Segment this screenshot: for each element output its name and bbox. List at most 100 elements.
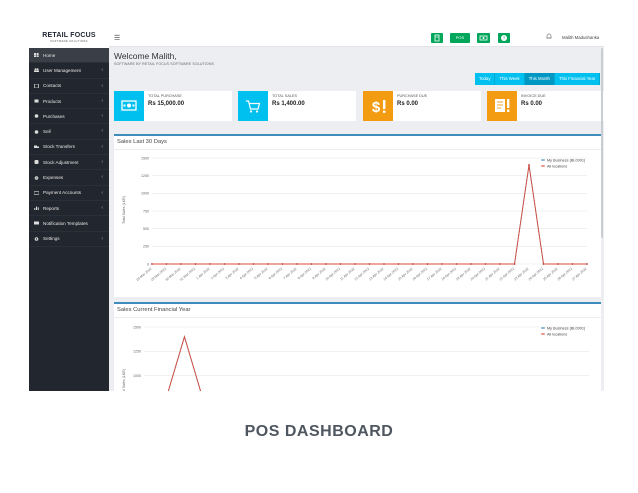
sidebar-item-label: Purchases [43,113,65,119]
bell-icon[interactable] [546,33,552,42]
chevron-left-icon: ‹ [101,204,103,211]
sidebar-item-stock-transfers[interactable]: Stock Transfers ‹ [29,140,109,156]
question-circle-icon: ? [501,35,507,41]
legend-label: All locations [547,164,567,168]
y-tick-label: 1250 [133,350,141,354]
data-point [151,263,153,265]
data-point [441,263,443,265]
sidebar-item-settings[interactable]: Settings ‹ [29,232,109,247]
pos-button[interactable]: POS [450,33,470,43]
welcome-title: Welcome Malith, [114,51,177,61]
data-point [571,263,574,265]
arrow-circle-icon [34,129,39,134]
data-point [470,263,472,265]
sales-last-30-days-panel: Sales Last 30 Days 0 250 500 750 1000 1250 150… [114,134,601,297]
legend-marker [542,327,544,329]
legend-marker [542,333,544,335]
data-point [412,263,414,265]
data-point [542,263,545,265]
data-point [165,263,168,265]
users-icon [34,68,39,73]
stat-label: TOTAL SALES [272,94,298,98]
y-tick-label: 0 [147,262,149,266]
sidebar-item-sell[interactable]: Sell ‹ [29,124,109,140]
sidebar-item-contacts[interactable]: Contacts ‹ [29,79,109,94]
x-tick-label: 2 Apr 2022 [210,267,225,281]
data-point [368,263,371,265]
cubes-icon [34,99,39,103]
sidebar-item-label: Notification Templates [43,220,88,226]
brand-logo[interactable]: RETAIL FOCUS SOFTWARE SOLUTIONS [29,30,109,48]
data-point [513,263,516,265]
arrow-circle-icon [34,114,39,119]
legend-label: My Business (BL0001) [547,158,586,162]
x-tick-label: 3 Apr 2022 [225,267,240,281]
data-point [296,263,298,265]
x-tick-label: 31 Mar 2022 [179,267,196,282]
x-tick-label: 5 Apr 2022 [254,267,269,281]
y-tick-label: 1250 [141,174,149,178]
legend-label: My Business (BL0001) [547,326,586,330]
sidebar-item-expenses[interactable]: Expenses ‹ [29,170,109,186]
chevron-left-icon: ‹ [101,128,103,135]
filter-this-week-button[interactable]: This Week [495,73,525,85]
sidebar: RETAIL FOCUS SOFTWARE SOLUTIONS Home User… [29,30,109,391]
scrollbar[interactable] [601,48,603,238]
filter-this-financial-year-button[interactable]: This Financial Year [554,73,601,85]
data-point [252,263,255,265]
minus-circle-icon [34,175,39,180]
hamburger-icon[interactable]: ☰ [114,34,120,42]
sidebar-item-purchases[interactable]: Purchases ‹ [29,109,109,125]
y-tick-label: 1500 [141,156,149,160]
bar-chart-icon [34,206,39,211]
y-tick-label: 500 [143,227,149,231]
filter-today-button[interactable]: Today [475,73,496,85]
sidebar-item-label: Expenses [43,175,64,181]
data-point [238,263,240,265]
sidebar-item-label: Home [43,52,56,58]
stat-card-purchase-due: $ PURCHASE DUE Rs 0.00 [363,91,481,121]
dashboard-icon [34,53,39,58]
sidebar-item-label: Sell [43,129,51,135]
data-point [484,263,487,265]
sidebar-item-products[interactable]: Products ‹ [29,94,109,110]
sidebar-item-stock-adjustment[interactable]: Stock Adjustment ‹ [29,155,109,171]
data-point [194,263,197,265]
panel-title: Sales Last 30 Days [117,139,167,145]
sidebar-menu: Home User Management ‹ Contacts ‹ Products ‹ Pu… [29,48,109,247]
stat-label: PURCHASE DUE [397,94,428,98]
truck-icon [34,145,39,149]
calculator-button[interactable] [431,33,443,43]
data-point [557,263,559,265]
top-navbar: ☰ POS ? Malith Madushanka [109,30,604,47]
x-tick-label: 4 Apr 2022 [239,267,254,281]
sidebar-item-notification-templates[interactable]: Notification Templates [29,216,109,232]
chevron-left-icon: ‹ [101,113,103,120]
sidebar-item-home[interactable]: Home [29,48,109,64]
x-tick-label: 1 Apr 2022 [196,267,211,281]
filter-this-month-button[interactable]: This Month [524,73,555,85]
sales-financial-year-chart: 750100012501500Total Sales (LKR)My Busin… [122,325,589,391]
sidebar-item-payment-accounts[interactable]: Payment Accounts ‹ [29,186,109,201]
data-point [223,263,226,265]
money-button[interactable] [477,33,490,43]
cart-icon [238,91,268,121]
sidebar-item-label: Settings [43,236,60,242]
data-point [397,263,400,265]
sales-financial-year-panel: Sales Current Financial Year 75010001250… [114,302,601,391]
chevron-left-icon: ‹ [101,189,103,196]
help-button[interactable]: ? [498,33,510,43]
database-icon [34,160,39,165]
sidebar-item-label: Contacts [43,83,62,89]
x-tick-label: 8 Apr 2022 [297,267,312,281]
y-axis-label: Total Sales (LKR) [122,196,126,224]
sidebar-item-reports[interactable]: Reports ‹ [29,201,109,217]
data-point [586,263,588,265]
stat-value: Rs 0.00 [521,101,543,107]
invoice-exclamation-icon [487,91,517,121]
series-line-1 [152,165,587,265]
data-point [281,263,284,265]
sidebar-item-user-management[interactable]: User Management ‹ [29,63,109,79]
user-menu[interactable]: Malith Madushanka [562,35,599,40]
dollar-exclamation-icon: $ [363,91,393,121]
